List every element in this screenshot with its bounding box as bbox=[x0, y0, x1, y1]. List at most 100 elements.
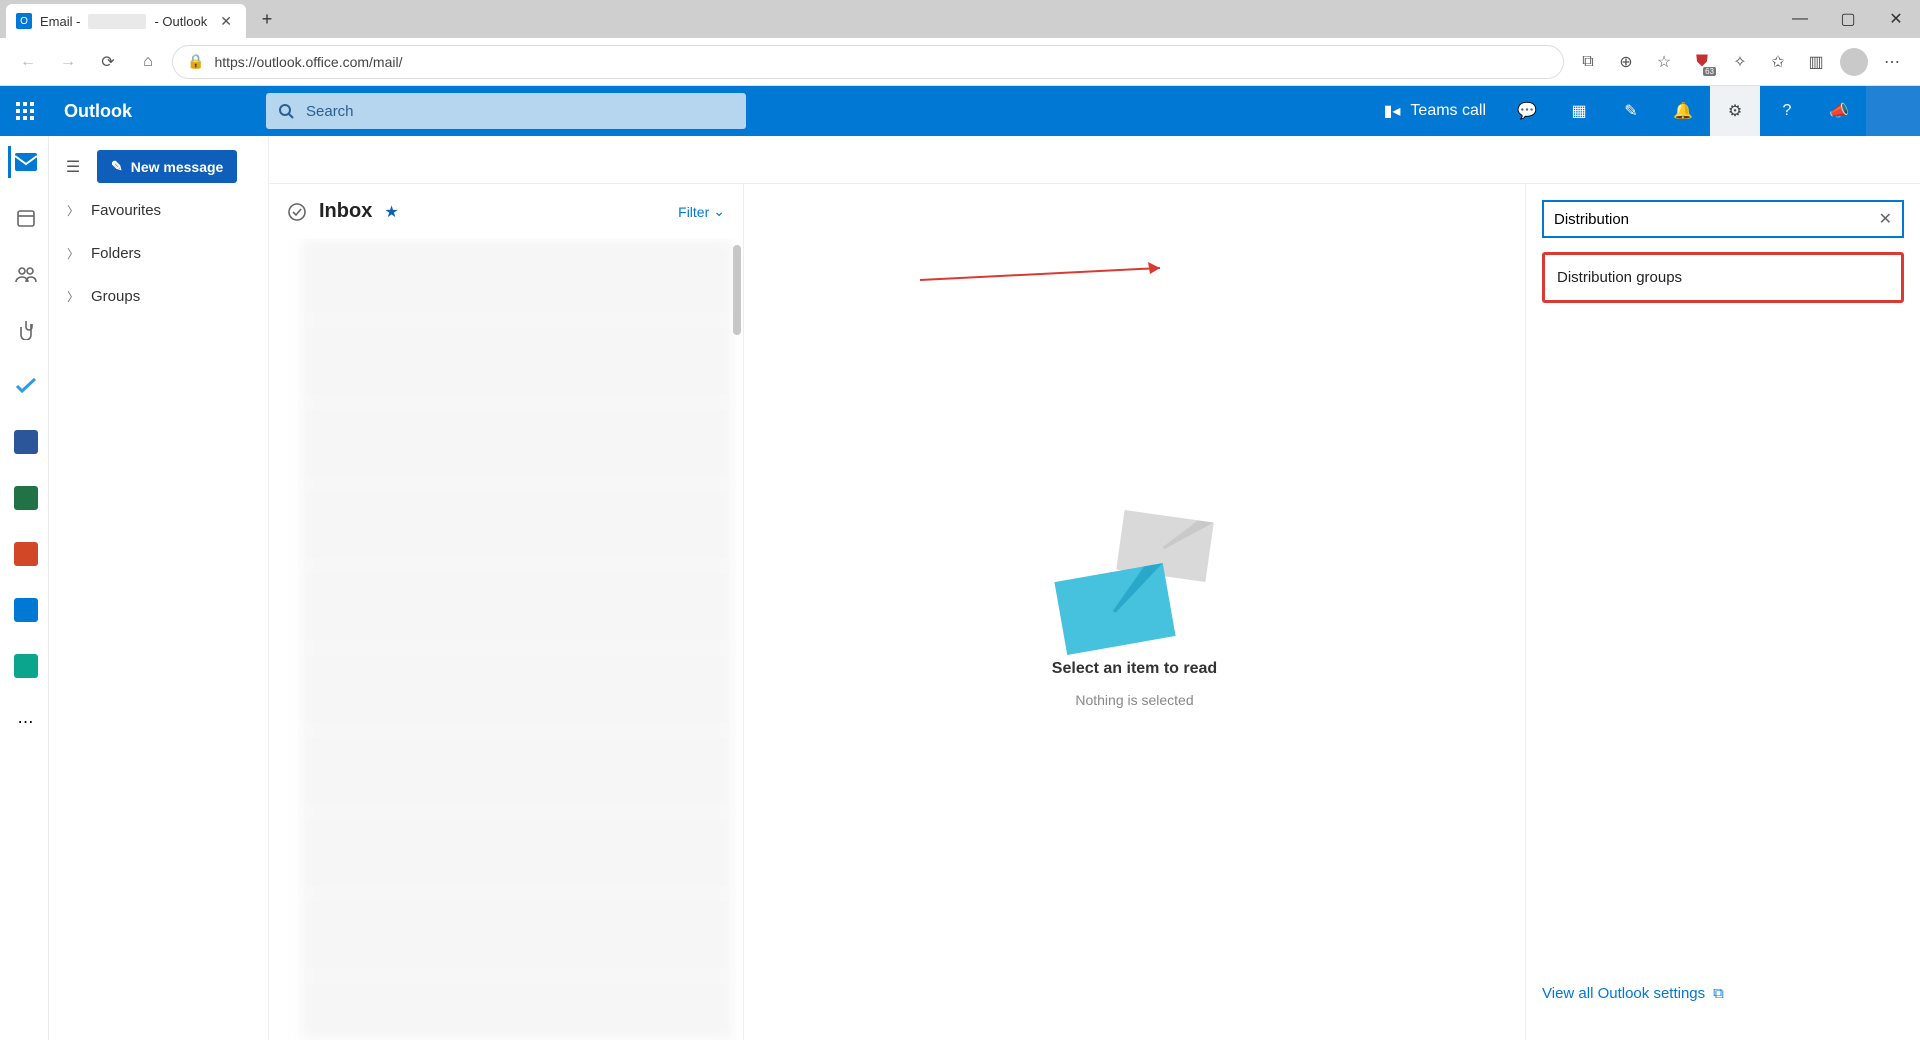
tab-title-suffix: - Outlook bbox=[154, 14, 207, 29]
excel-icon bbox=[14, 486, 38, 510]
view-all-settings-link[interactable]: View all Outlook settings ⧉ bbox=[1542, 965, 1904, 1022]
powerpoint-icon bbox=[14, 542, 38, 566]
close-window-button[interactable]: ✕ bbox=[1872, 0, 1920, 38]
new-message-label: New message bbox=[131, 159, 224, 175]
suite-search[interactable] bbox=[266, 93, 746, 129]
new-tab-button[interactable]: + bbox=[252, 4, 282, 34]
account-tile[interactable] bbox=[1866, 86, 1920, 136]
url-text: https://outlook.office.com/mail/ bbox=[214, 54, 402, 70]
settings-pane: Settings ✕ ✕ Distribution groups View al… bbox=[1525, 136, 1920, 1040]
suite-header: Outlook ▮◂ Teams call 💬 ▦ ✎ 🔔 ⚙ ? 📣 bbox=[0, 86, 1920, 136]
rail-files[interactable] bbox=[8, 314, 40, 346]
settings-search-input[interactable] bbox=[1554, 211, 1879, 228]
open-external-icon[interactable]: ⧉ bbox=[1572, 46, 1604, 78]
left-rail: ⋯ bbox=[0, 136, 49, 1040]
yammer-icon bbox=[14, 598, 38, 622]
rail-excel[interactable] bbox=[8, 482, 40, 514]
window-controls: — ▢ ✕ bbox=[1776, 0, 1920, 38]
empty-title: Select an item to read bbox=[1052, 660, 1217, 678]
chevron-right-icon: 〉 bbox=[67, 202, 79, 219]
tab-close-icon[interactable]: ✕ bbox=[220, 13, 232, 30]
browser-chrome: O Email - xxxxxxxx - Outlook ✕ + — ▢ ✕ ←… bbox=[0, 0, 1920, 86]
rail-yammer[interactable] bbox=[8, 594, 40, 626]
message-items-redacted bbox=[269, 239, 743, 1040]
filter-button[interactable]: Filter ⌄ bbox=[678, 203, 725, 220]
collapse-folder-pane-icon[interactable]: ☰ bbox=[59, 153, 87, 181]
app-brand[interactable]: Outlook bbox=[50, 101, 146, 122]
folder-section-label: Favourites bbox=[91, 202, 161, 219]
message-toolbar bbox=[269, 136, 1920, 184]
rail-word[interactable] bbox=[8, 426, 40, 458]
clear-search-icon[interactable]: ✕ bbox=[1879, 209, 1892, 229]
extensions-icon[interactable]: ✧ bbox=[1724, 46, 1756, 78]
chevron-down-icon: ⌄ bbox=[713, 203, 725, 220]
megaphone-icon[interactable]: 📣 bbox=[1814, 86, 1864, 136]
url-box[interactable]: 🔒 https://outlook.office.com/mail/ bbox=[172, 45, 1564, 79]
empty-state-illustration bbox=[1060, 516, 1210, 646]
settings-search-box[interactable]: ✕ bbox=[1542, 200, 1904, 238]
message-list: Inbox ★ Filter ⌄ bbox=[269, 184, 744, 1040]
folder-section-favourites[interactable]: 〉 Favourites bbox=[49, 189, 268, 232]
profile-avatar[interactable] bbox=[1838, 46, 1870, 78]
notifications-icon[interactable]: 🔔 bbox=[1658, 86, 1708, 136]
rail-todo[interactable] bbox=[8, 370, 40, 402]
app-launcher-icon[interactable] bbox=[0, 86, 50, 136]
help-icon[interactable]: ? bbox=[1762, 86, 1812, 136]
suite-search-input[interactable] bbox=[306, 103, 734, 120]
collections-icon[interactable]: ▥ bbox=[1800, 46, 1832, 78]
tab-title-prefix: Email - bbox=[40, 14, 80, 29]
refresh-button[interactable]: ⟳ bbox=[92, 46, 124, 78]
outlook-favicon-icon: O bbox=[16, 13, 32, 29]
lock-icon: 🔒 bbox=[187, 53, 204, 70]
inbox-title: Inbox bbox=[319, 200, 372, 223]
search-icon bbox=[278, 103, 294, 119]
folder-pane: ☰ ✎ New message 〉 Favourites 〉 Folders 〉… bbox=[49, 136, 269, 1040]
settings-result-distribution-groups[interactable]: Distribution groups bbox=[1542, 252, 1904, 303]
compose-icon: ✎ bbox=[111, 158, 123, 175]
open-pane-icon: ⧉ bbox=[1713, 985, 1724, 1002]
tab-bar: O Email - xxxxxxxx - Outlook ✕ + — ▢ ✕ bbox=[0, 0, 1920, 38]
filter-label: Filter bbox=[678, 204, 709, 220]
forward-button[interactable]: → bbox=[52, 46, 84, 78]
tab-title-redacted: xxxxxxxx bbox=[88, 14, 146, 29]
folder-section-label: Groups bbox=[91, 288, 140, 305]
select-all-icon[interactable] bbox=[287, 202, 307, 222]
maximize-button[interactable]: ▢ bbox=[1824, 0, 1872, 38]
back-button[interactable]: ← bbox=[12, 46, 44, 78]
folder-section-groups[interactable]: 〉 Groups bbox=[49, 275, 268, 318]
minimize-button[interactable]: — bbox=[1776, 0, 1824, 38]
reading-pane: Select an item to read Nothing is select… bbox=[744, 184, 1525, 1040]
favorite-star-icon[interactable]: ★ bbox=[384, 202, 398, 222]
folder-section-label: Folders bbox=[91, 245, 141, 262]
extension-badge: 63 bbox=[1703, 67, 1716, 76]
bookings-icon bbox=[14, 654, 38, 678]
notes-icon[interactable]: ✎ bbox=[1606, 86, 1656, 136]
word-icon bbox=[14, 430, 38, 454]
video-icon: ▮◂ bbox=[1384, 101, 1401, 121]
address-bar: ← → ⟳ ⌂ 🔒 https://outlook.office.com/mai… bbox=[0, 38, 1920, 86]
chat-icon[interactable]: 💬 bbox=[1502, 86, 1552, 136]
rail-powerpoint[interactable] bbox=[8, 538, 40, 570]
folder-section-folders[interactable]: 〉 Folders bbox=[49, 232, 268, 275]
more-menu-icon[interactable]: ⋯ bbox=[1876, 46, 1908, 78]
scrollbar[interactable] bbox=[733, 245, 741, 335]
favorite-icon[interactable]: ☆ bbox=[1648, 46, 1680, 78]
home-button[interactable]: ⌂ bbox=[132, 46, 164, 78]
teams-call-label: Teams call bbox=[1410, 102, 1486, 120]
rail-more[interactable]: ⋯ bbox=[8, 706, 40, 738]
chevron-right-icon: 〉 bbox=[67, 288, 79, 305]
browser-tab[interactable]: O Email - xxxxxxxx - Outlook ✕ bbox=[6, 4, 246, 38]
zoom-icon[interactable]: ⊕ bbox=[1610, 46, 1642, 78]
teams-call-button[interactable]: ▮◂ Teams call bbox=[1370, 86, 1500, 136]
settings-gear-icon[interactable]: ⚙ bbox=[1710, 86, 1760, 136]
rail-people[interactable] bbox=[8, 258, 40, 290]
rail-mail[interactable] bbox=[8, 146, 40, 178]
meet-now-icon[interactable]: ▦ bbox=[1554, 86, 1604, 136]
rail-calendar[interactable] bbox=[8, 202, 40, 234]
rail-bookings[interactable] bbox=[8, 650, 40, 682]
favorites-bar-icon[interactable]: ✩ bbox=[1762, 46, 1794, 78]
extension-icon[interactable]: ⛊63 bbox=[1686, 46, 1718, 78]
new-message-button[interactable]: ✎ New message bbox=[97, 150, 237, 183]
empty-subtitle: Nothing is selected bbox=[1075, 692, 1193, 708]
settings-result-label: Distribution groups bbox=[1557, 269, 1682, 286]
